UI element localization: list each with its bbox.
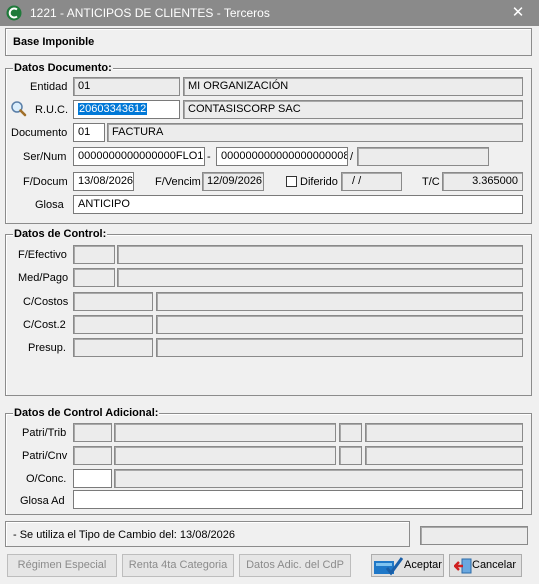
medpago-desc-field bbox=[117, 268, 523, 287]
oconc-desc-field bbox=[114, 469, 523, 488]
patritrib-desc-field bbox=[114, 423, 336, 442]
fdocum-label: F/Docum bbox=[23, 176, 68, 188]
fvencim-label: F/Vencim bbox=[155, 176, 201, 188]
patricnv-label: Patri/Cnv bbox=[22, 450, 68, 462]
tc-label: T/C bbox=[422, 176, 440, 188]
documento-label: Documento bbox=[11, 127, 68, 139]
fefectivo-label: F/Efectivo bbox=[18, 249, 67, 261]
entidad-code-field: 01 bbox=[73, 77, 180, 96]
dash-separator: - bbox=[207, 151, 211, 163]
aceptar-button[interactable]: Aceptar bbox=[371, 554, 444, 577]
ccost2-code-field bbox=[73, 315, 153, 334]
ccostos-code-field bbox=[73, 292, 153, 311]
datos-documento-title: Datos Documento: bbox=[13, 62, 113, 74]
medpago-code-field bbox=[73, 268, 115, 287]
glosa-input[interactable]: ANTICIPO bbox=[73, 195, 523, 214]
datos-adic-cdp-button[interactable]: Datos Adic. del CdP bbox=[239, 554, 351, 577]
fdocum-input[interactable]: 13/08/2026 bbox=[73, 172, 134, 191]
presup-label: Presup. bbox=[28, 342, 66, 354]
datos-control-title: Datos de Control: bbox=[13, 228, 108, 240]
patritrib-code-field bbox=[73, 423, 112, 442]
oconc-input[interactable] bbox=[73, 469, 112, 488]
window-title: 1221 - ANTICIPOS DE CLIENTES - Terceros bbox=[30, 6, 270, 20]
sernum-label: Ser/Num bbox=[23, 151, 67, 163]
ruc-name-field: CONTASISCORP SAC bbox=[183, 100, 523, 119]
documento-code-input[interactable]: 01 bbox=[73, 123, 105, 142]
aceptar-label: Aceptar bbox=[404, 559, 442, 571]
patritrib-label: Patri/Trib bbox=[22, 427, 67, 439]
glosa-label: Glosa bbox=[35, 199, 64, 211]
documento-name-field: FACTURA bbox=[107, 123, 523, 142]
diferido-checkbox[interactable] bbox=[286, 176, 297, 187]
numero-input[interactable]: 0000000000000000000085 bbox=[216, 147, 348, 166]
fefectivo-code-field bbox=[73, 245, 115, 264]
renta-4ta-categoria-button[interactable]: Renta 4ta Categoria bbox=[122, 554, 234, 577]
app-logo-icon bbox=[6, 5, 22, 21]
ccostos-label: C/Costos bbox=[23, 296, 69, 308]
patricnv-code2-field bbox=[339, 446, 362, 465]
entidad-name-field: MI ORGANIZACIÓN bbox=[183, 77, 523, 96]
datos-control-adicional-title: Datos de Control Adicional: bbox=[13, 407, 160, 419]
ruc-label: R.U.C. bbox=[35, 104, 68, 116]
patricnv-desc-field bbox=[114, 446, 336, 465]
base-imponible-label: Base Imponible bbox=[13, 36, 95, 48]
close-icon[interactable]: ✕ bbox=[508, 3, 528, 23]
numero-extra-field bbox=[357, 147, 489, 166]
ruc-value: 20603343612 bbox=[78, 103, 148, 115]
status-extra-field bbox=[420, 526, 528, 545]
status-message: - Se utiliza el Tipo de Cambio del: 13/0… bbox=[13, 529, 235, 541]
ccost2-label: C/Cost.2 bbox=[23, 319, 66, 331]
tc-field: 3.365000 bbox=[442, 172, 523, 191]
patricnv-code-field bbox=[73, 446, 112, 465]
slash-separator: / bbox=[350, 151, 354, 163]
title-bar: 1221 - ANTICIPOS DE CLIENTES - Terceros … bbox=[0, 0, 539, 26]
diferido-field: / / bbox=[341, 172, 402, 191]
ruc-input[interactable]: 20603343612 bbox=[73, 100, 180, 119]
serie-input[interactable]: 0000000000000000FLO1 bbox=[73, 147, 205, 166]
exit-door-icon bbox=[454, 558, 472, 574]
diferido-label: Diferido bbox=[300, 176, 338, 188]
patricnv-desc2-field bbox=[365, 446, 523, 465]
glosaad-input[interactable] bbox=[73, 490, 523, 509]
regimen-especial-button[interactable]: Régimen Especial bbox=[7, 554, 117, 577]
glosaad-label: Glosa Ad bbox=[20, 495, 65, 507]
entidad-label: Entidad bbox=[30, 81, 68, 93]
presup-code-field bbox=[73, 338, 153, 357]
patritrib-code2-field bbox=[339, 423, 362, 442]
search-icon[interactable] bbox=[10, 100, 27, 117]
fefectivo-desc-field bbox=[117, 245, 523, 264]
presup-desc-field bbox=[156, 338, 523, 357]
cancelar-label: Cancelar bbox=[472, 559, 517, 571]
ccost2-desc-field bbox=[156, 315, 523, 334]
fvencim-field: 12/09/2026 bbox=[202, 172, 264, 191]
accept-icon bbox=[374, 557, 403, 576]
medpago-label: Med/Pago bbox=[18, 272, 69, 284]
patritrib-desc2-field bbox=[365, 423, 523, 442]
cancelar-button[interactable]: Cancelar bbox=[449, 554, 522, 577]
oconc-label: O/Conc. bbox=[26, 473, 67, 485]
ccostos-desc-field bbox=[156, 292, 523, 311]
